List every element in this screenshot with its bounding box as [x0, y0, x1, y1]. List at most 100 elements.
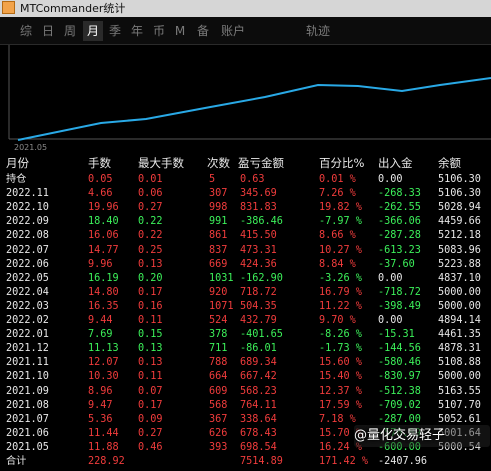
cell-profit: 424.36 [240, 258, 277, 270]
tab-month[interactable]: 月 [83, 21, 103, 41]
cell-profit: 764.11 [240, 399, 277, 411]
monthly-stats-table: 月份 手数 最大手数 次数 盈亏金额 百分比% 出入金 余额 持仓 0.05 0.0… [0, 156, 491, 471]
table-row[interactable]: 2021.10 10.30 0.11 664 667.42 15.40 % -830.97 5… [0, 370, 491, 384]
cell-flow: -15.31 [378, 329, 415, 341]
app-icon [2, 1, 15, 14]
tab-magic[interactable]: M [171, 21, 189, 41]
cell-flow: 0.00 [378, 174, 403, 185]
cell-flow: -268.33 [378, 188, 421, 200]
cell-max-lots: 0.22 [138, 230, 163, 242]
cell-percent: -8.26 % [319, 329, 362, 341]
cell-percent: -7.97 % [319, 216, 362, 228]
cell-lots: 11.44 [88, 427, 119, 439]
cell-month: 2022.06 [6, 258, 49, 270]
cell-count: 1031 [209, 272, 234, 284]
table-row[interactable]: 2022.10 19.96 0.27 998 831.83 19.82 % -262.55 5… [0, 201, 491, 215]
cell-balance: 5106.30 [438, 174, 481, 185]
table-row[interactable]: 2022.01 7.69 0.15 378 -401.65 -8.26 % -15.31 44… [0, 328, 491, 342]
cell-flow: -580.46 [378, 357, 421, 369]
cell-lots: 8.96 [88, 385, 113, 397]
table-row[interactable]: 2022.02 9.44 0.11 524 432.79 9.70 % 0.00 4894.1… [0, 314, 491, 328]
cell-max-lots: 0.13 [138, 258, 163, 270]
table-row[interactable]: 2022.08 16.06 0.22 861 415.50 8.66 % -287.28 52… [0, 229, 491, 243]
cell-flow: -366.06 [378, 216, 421, 228]
tab-currency[interactable]: 币 [149, 21, 169, 41]
cell-percent: 15.60 % [319, 357, 362, 369]
cell-month: 2022.01 [6, 329, 49, 341]
cell-month: 2021.06 [6, 427, 49, 439]
tab-comment[interactable]: 备 [193, 21, 213, 41]
cell-max-lots: 0.15 [138, 329, 163, 341]
balance-line [17, 77, 491, 141]
table-row[interactable]: 2022.06 9.96 0.13 669 424.36 8.84 % -37.60 5223… [0, 258, 491, 272]
cell-count: 920 [209, 286, 228, 298]
cell-balance: 4461.35 [438, 329, 481, 341]
cell-balance: 5000.00 [438, 371, 481, 383]
cell-flow: -262.55 [378, 202, 421, 214]
tab-quarter[interactable]: 季 [105, 21, 125, 41]
cell-count: 664 [209, 371, 228, 383]
table-row[interactable]: 2022.11 4.66 0.06 307 345.69 7.26 % -268.33 510… [0, 187, 491, 201]
cell-count: 568 [209, 399, 228, 411]
cell-lots: 12.07 [88, 357, 119, 369]
cell-profit: 0.63 [240, 174, 265, 185]
cell-percent: 12.37 % [319, 385, 362, 397]
total-row: 合计 228.92 7514.89 171.42 % -2407.96 [0, 455, 491, 469]
cell-month: 2022.03 [6, 300, 49, 312]
cell-max-lots: 0.17 [138, 399, 163, 411]
table-row[interactable]: 2021.08 9.47 0.17 568 764.11 17.59 % -709.02 51… [0, 399, 491, 413]
cell-count: 837 [209, 244, 228, 256]
tab-track[interactable]: 轨迹 [302, 21, 334, 41]
table-row[interactable]: 2021.09 8.96 0.07 609 568.23 12.37 % -512.38 51… [0, 385, 491, 399]
tab-account[interactable]: 账户 [217, 21, 249, 41]
cell-percent: 8.66 % [319, 230, 356, 242]
cell-balance: 5163.55 [438, 385, 481, 397]
cell-count: 609 [209, 385, 228, 397]
cell-month: 2022.05 [6, 272, 49, 284]
cell-percent: 11.22 % [319, 300, 362, 312]
total-profit: 7514.89 [240, 456, 283, 467]
header-month: 月份 [6, 156, 29, 170]
balance-chart-svg: 2021.05 [8, 45, 491, 152]
table-row[interactable]: 2021.12 11.13 0.13 711 -86.01 -1.73 % -144.56 4… [0, 342, 491, 356]
table-row[interactable]: 2022.04 14.80 0.17 920 718.72 16.79 % -718.72 5… [0, 286, 491, 300]
table-row[interactable]: 2022.05 16.19 0.20 1031 -162.90 -3.26 % 0.00 48… [0, 272, 491, 286]
title-bar: MTCommander统计 [0, 0, 491, 17]
cell-flow: -512.38 [378, 385, 421, 397]
table-row[interactable]: 2022.07 14.77 0.25 837 473.31 10.27 % -613.23 5… [0, 244, 491, 258]
cell-max-lots: 0.07 [138, 385, 163, 397]
cell-percent: 0.01 % [319, 174, 356, 185]
cell-balance: 5000.00 [438, 286, 481, 298]
table-row[interactable]: 持仓 0.05 0.01 5 0.63 0.01 % 0.00 5106.30 [0, 173, 491, 187]
cell-max-lots: 0.09 [138, 413, 163, 425]
total-label: 合计 [6, 456, 27, 467]
table-row[interactable]: 2022.09 18.40 0.22 991 -386.46 -7.97 % -366.06… [0, 215, 491, 229]
cell-max-lots: 0.17 [138, 286, 163, 298]
table-row[interactable]: 2022.03 16.35 0.16 1071 504.35 11.22 % -398.49… [0, 300, 491, 314]
cell-lots: 10.30 [88, 371, 119, 383]
cell-max-lots: 0.13 [138, 357, 163, 369]
table-row[interactable]: 2021.11 12.07 0.13 788 689.34 15.60 % -580.46 5… [0, 356, 491, 370]
cell-count: 378 [209, 329, 228, 341]
header-balance: 余额 [438, 156, 461, 170]
table-header: 月份 手数 最大手数 次数 盈亏金额 百分比% 出入金 余额 [0, 156, 491, 172]
cell-percent: -1.73 % [319, 343, 362, 355]
cell-month: 2022.08 [6, 230, 49, 242]
cell-profit: 568.23 [240, 385, 277, 397]
cell-flow: -613.23 [378, 244, 421, 256]
cell-flow: -398.49 [378, 300, 421, 312]
tab-week[interactable]: 周 [60, 21, 80, 41]
cell-profit: 504.35 [240, 300, 277, 312]
cell-profit: 698.54 [240, 441, 277, 453]
cell-lots: 0.05 [88, 174, 113, 185]
cell-lots: 14.80 [88, 286, 119, 298]
cell-count: 991 [209, 216, 228, 228]
tab-summary[interactable]: 综 [16, 21, 36, 41]
cell-flow: -830.97 [378, 371, 421, 383]
tab-year[interactable]: 年 [127, 21, 147, 41]
cell-max-lots: 0.06 [138, 188, 163, 200]
cell-month: 2021.08 [6, 399, 49, 411]
cell-profit: -86.01 [240, 343, 277, 355]
tab-day[interactable]: 日 [38, 21, 58, 41]
cell-profit: 678.43 [240, 427, 277, 439]
